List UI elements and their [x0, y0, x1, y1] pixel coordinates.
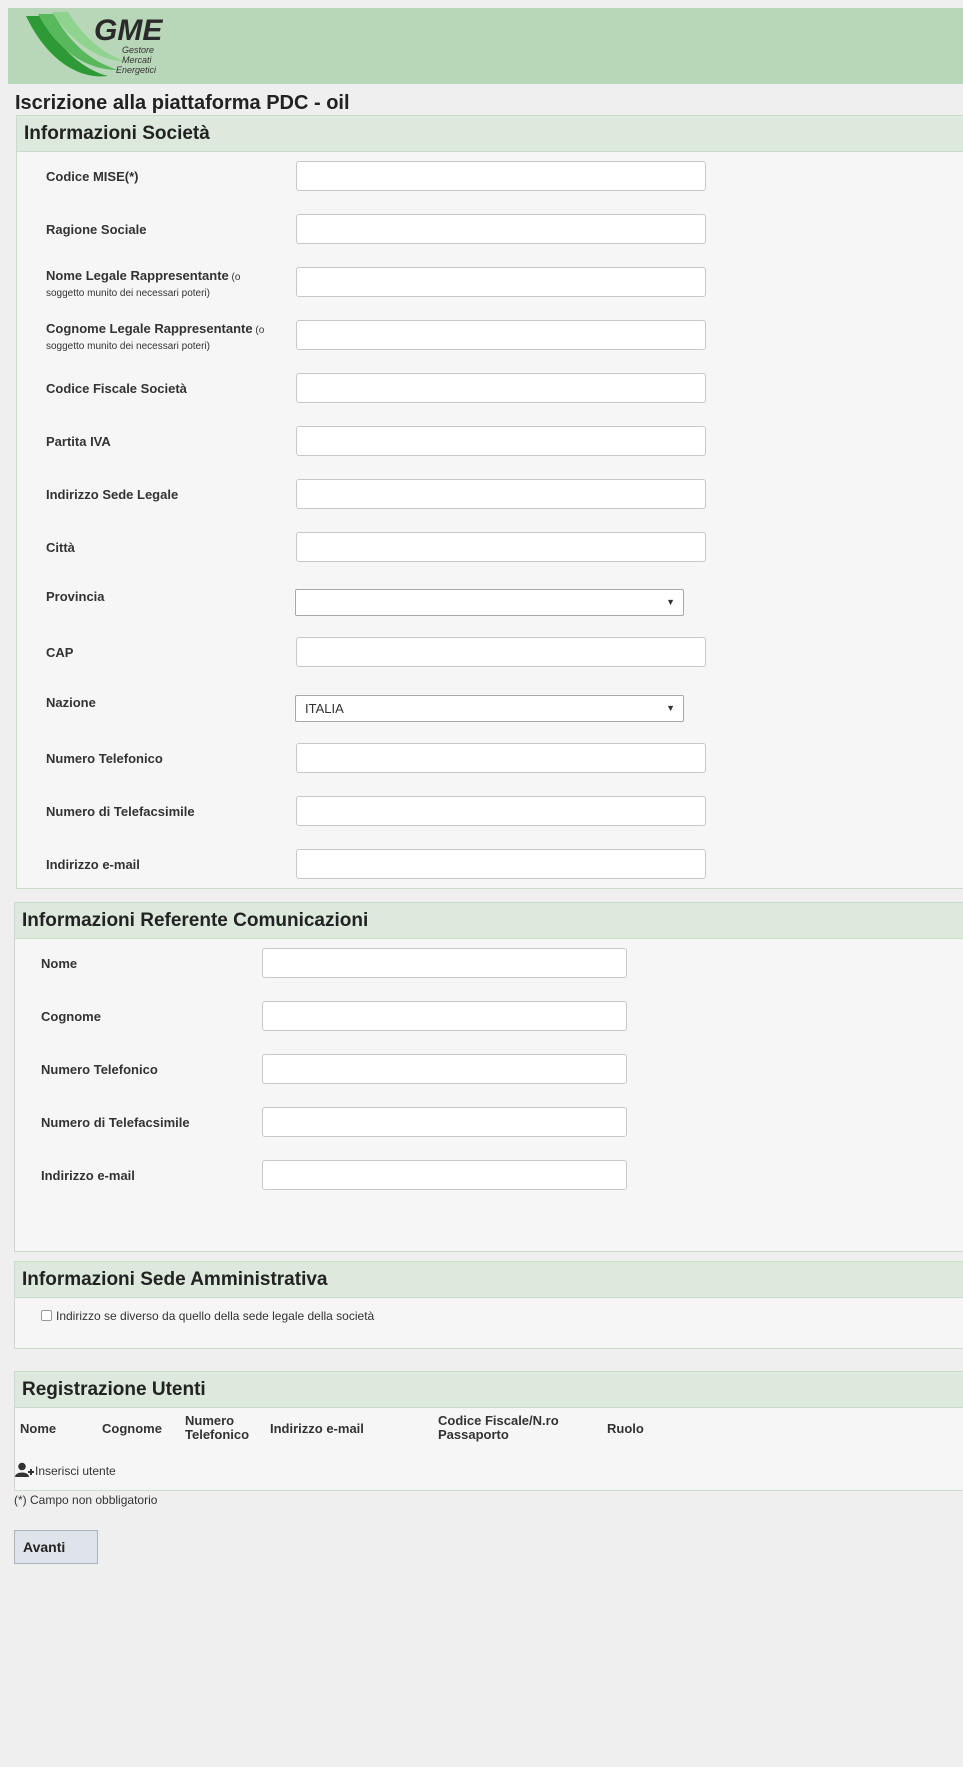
contact-email-input[interactable]: [262, 1160, 627, 1190]
codice-mise-input[interactable]: [296, 161, 706, 191]
col-cognome: Cognome: [102, 1421, 162, 1436]
cognome-legale-label: Cognome Legale Rappresentante (o soggetto…: [46, 322, 296, 354]
nome-legale-label-sub-b: soggetto munito dei necessari poteri): [46, 288, 210, 299]
contact-cognome-input[interactable]: [262, 1001, 627, 1031]
email-row: Indirizzo e-mail: [17, 849, 963, 883]
contact-email-row: Indirizzo e-mail: [15, 1160, 963, 1194]
telefono-label: Numero Telefonico: [46, 751, 163, 766]
cognome-legale-label-sub-a: (o: [252, 325, 265, 336]
next-button[interactable]: Avanti: [14, 1530, 98, 1564]
indirizzo-sede-row: Indirizzo Sede Legale: [17, 479, 963, 513]
codice-mise-row: Codice MISE(*): [17, 161, 963, 195]
ragione-sociale-row: Ragione Sociale: [17, 214, 963, 248]
nome-legale-input[interactable]: [296, 267, 706, 297]
col-telefono-line1: Numero: [185, 1413, 235, 1428]
ragione-sociale-input[interactable]: [296, 214, 706, 244]
col-ruolo: Ruolo: [607, 1421, 644, 1436]
contact-fax-input[interactable]: [262, 1107, 627, 1137]
logo-subtext-1: Gestore: [122, 45, 154, 55]
nazione-row: Nazione ITALIA ▼: [17, 695, 963, 729]
gme-logo: GME Gestore Mercati Energetici: [26, 12, 163, 77]
partita-iva-input[interactable]: [296, 426, 706, 456]
site-header: GME Gestore Mercati Energetici: [8, 8, 963, 84]
nome-legale-label-main: Nome Legale Rappresentante: [46, 268, 229, 283]
cognome-legale-input[interactable]: [296, 320, 706, 350]
col-codice-fiscale: Codice Fiscale/N.ro Passaporto: [438, 1414, 559, 1442]
add-user-icon: [15, 1462, 34, 1477]
codice-fiscale-input[interactable]: [296, 373, 706, 403]
users-panel: Registrazione Utenti Nome Cognome Numero…: [14, 1371, 963, 1491]
logo-subtext-3: Energetici: [116, 65, 157, 75]
logo-text: GME: [94, 14, 163, 47]
contact-cognome-label: Cognome: [41, 1009, 101, 1024]
provincia-label: Provincia: [46, 589, 105, 604]
contact-cognome-row: Cognome: [15, 1001, 963, 1035]
codice-fiscale-row: Codice Fiscale Società: [17, 373, 963, 407]
admin-info-title: Informazioni Sede Amministrativa: [15, 1262, 963, 1298]
nome-legale-label-sub-a: (o: [228, 272, 241, 283]
fax-input[interactable]: [296, 796, 706, 826]
contact-nome-row: Nome: [15, 948, 963, 982]
partita-iva-row: Partita IVA: [17, 426, 963, 460]
contact-telefono-row: Numero Telefonico: [15, 1054, 963, 1088]
nazione-selected-value: ITALIA: [305, 701, 344, 716]
page-title: Iscrizione alla piattaforma PDC - oil: [15, 92, 350, 114]
add-user-link[interactable]: Inserisci utente: [15, 1462, 116, 1478]
chevron-down-icon: ▼: [666, 703, 675, 713]
nome-legale-label: Nome Legale Rappresentante (o soggetto mu…: [46, 269, 296, 301]
citta-input[interactable]: [296, 532, 706, 562]
fax-label: Numero di Telefacsimile: [46, 804, 195, 819]
cap-row: CAP: [17, 637, 963, 671]
email-input[interactable]: [296, 849, 706, 879]
cap-label: CAP: [46, 645, 74, 660]
email-label: Indirizzo e-mail: [46, 857, 140, 872]
contact-fax-label: Numero di Telefacsimile: [41, 1115, 190, 1130]
telefono-row: Numero Telefonico: [17, 743, 963, 777]
cognome-legale-row: Cognome Legale Rappresentante (o soggetto…: [17, 320, 963, 354]
contact-telefono-input[interactable]: [262, 1054, 627, 1084]
logo-subtext-2: Mercati: [122, 55, 153, 65]
telefono-input[interactable]: [296, 743, 706, 773]
codice-mise-label: Codice MISE(*): [46, 169, 139, 184]
chevron-down-icon: ▼: [666, 597, 675, 607]
contact-nome-input[interactable]: [262, 948, 627, 978]
contact-email-label: Indirizzo e-mail: [41, 1168, 135, 1183]
company-info-panel: Informazioni Società Codice MISE(*) Ragi…: [16, 115, 963, 889]
admin-address-checkbox-row[interactable]: Indirizzo se diverso da quello della sed…: [41, 1309, 374, 1323]
contact-telefono-label: Numero Telefonico: [41, 1062, 158, 1077]
nome-legale-row: Nome Legale Rappresentante (o soggetto mu…: [17, 267, 963, 301]
cap-input[interactable]: [296, 637, 706, 667]
col-cf-line1: Codice Fiscale/N.ro: [438, 1413, 559, 1428]
contact-nome-label: Nome: [41, 956, 78, 971]
add-user-label: Inserisci utente: [35, 1464, 116, 1478]
contact-fax-row: Numero di Telefacsimile: [15, 1107, 963, 1141]
provincia-select[interactable]: ▼: [295, 589, 684, 616]
col-telefono-line2: Telefonico: [185, 1427, 250, 1442]
optional-field-note: (*) Campo non obbligatorio: [14, 1493, 158, 1507]
cognome-legale-label-main: Cognome Legale Rappresentante: [46, 321, 253, 336]
col-cf-line2: Passaporto: [438, 1427, 509, 1442]
nazione-select[interactable]: ITALIA ▼: [295, 695, 684, 722]
contact-info-panel: Informazioni Referente Comunicazioni Nom…: [14, 902, 963, 1252]
citta-row: Città: [17, 532, 963, 566]
cognome-legale-label-sub-b: soggetto munito dei necessari poteri): [46, 341, 210, 352]
admin-address-checkbox-label: Indirizzo se diverso da quello della sed…: [56, 1309, 375, 1323]
col-nome: Nome: [20, 1421, 57, 1436]
admin-address-checkbox[interactable]: [41, 1310, 52, 1321]
ragione-sociale-label: Ragione Sociale: [46, 222, 147, 237]
indirizzo-sede-label: Indirizzo Sede Legale: [46, 487, 179, 502]
codice-fiscale-label: Codice Fiscale Società: [46, 381, 187, 396]
partita-iva-label: Partita IVA: [46, 434, 111, 449]
citta-label: Città: [46, 540, 75, 555]
nazione-label: Nazione: [46, 695, 96, 710]
provincia-row: Provincia ▼: [17, 589, 963, 623]
col-telefono: Numero Telefonico: [185, 1414, 249, 1442]
users-title: Registrazione Utenti: [15, 1372, 963, 1408]
admin-info-panel: Informazioni Sede Amministrativa Indiriz…: [14, 1261, 963, 1349]
contact-info-title: Informazioni Referente Comunicazioni: [15, 903, 963, 939]
company-info-title: Informazioni Società: [17, 116, 963, 152]
indirizzo-sede-input[interactable]: [296, 479, 706, 509]
fax-row: Numero di Telefacsimile: [17, 796, 963, 830]
col-email: Indirizzo e-mail: [270, 1421, 364, 1436]
